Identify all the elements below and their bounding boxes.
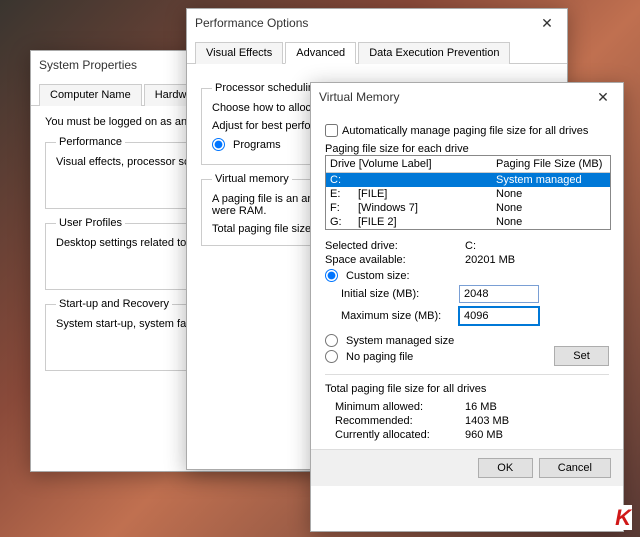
header-drive: Drive [Volume Label] (330, 158, 496, 170)
virtual-memory-dialog: Virtual Memory ✕ Automatically manage pa… (310, 82, 624, 532)
tab-perf-advanced[interactable]: Advanced (285, 42, 356, 64)
space-label: Space available: (325, 254, 465, 266)
drive-header: Drive [Volume Label] Paging File Size (M… (326, 156, 610, 173)
close-icon[interactable]: ✕ (583, 83, 623, 111)
currently-allocated-value: 960 MB (465, 429, 609, 441)
set-button[interactable]: Set (554, 346, 609, 366)
min-allowed-value: 16 MB (465, 401, 609, 413)
vm-title: Virtual Memory (319, 90, 399, 104)
no-paging-radio[interactable] (325, 350, 338, 363)
min-allowed-label: Minimum allowed: (335, 401, 465, 413)
drive-table: Drive [Volume Label] Paging File Size (M… (325, 155, 611, 230)
selected-drive-value: C: (465, 240, 609, 252)
perfopts-tabs: Visual Effects Advanced Data Execution P… (187, 37, 567, 64)
auto-manage-checkbox[interactable] (325, 124, 338, 137)
programs-radio[interactable] (212, 138, 225, 151)
programs-label: Programs (233, 139, 281, 151)
recommended-value: 1403 MB (465, 415, 609, 427)
drive-row-e[interactable]: E: [FILE] None (326, 187, 610, 201)
close-icon[interactable]: ✕ (527, 9, 567, 37)
paging-label: Paging file size for each drive (325, 143, 609, 155)
cancel-button[interactable]: Cancel (539, 458, 611, 478)
no-paging-label: No paging file (346, 351, 413, 363)
sched-legend: Processor scheduling (212, 82, 323, 94)
maximum-size-input[interactable] (459, 307, 539, 325)
custom-size-label: Custom size: (346, 270, 410, 282)
vmem-legend: Virtual memory (212, 173, 292, 185)
initial-size-input[interactable] (459, 285, 539, 303)
header-size: Paging File Size (MB) (496, 158, 606, 170)
vm-titlebar: Virtual Memory ✕ (311, 83, 623, 111)
system-managed-label: System managed size (346, 335, 454, 347)
drive-row-g[interactable]: G: [FILE 2] None (326, 215, 610, 229)
drive-row-c[interactable]: C: System managed (326, 173, 610, 187)
tab-dep[interactable]: Data Execution Prevention (358, 42, 510, 64)
initial-size-label: Initial size (MB): (341, 288, 459, 300)
maximum-size-label: Maximum size (MB): (341, 310, 459, 322)
vm-content: Automatically manage paging file size fo… (311, 111, 623, 449)
currently-allocated-label: Currently allocated: (335, 429, 465, 441)
sysprops-title: System Properties (39, 58, 137, 72)
genk-logo: GENK (568, 505, 632, 531)
selected-drive-label: Selected drive: (325, 240, 465, 252)
profiles-legend: User Profiles (56, 217, 125, 229)
perfopts-titlebar: Performance Options ✕ (187, 9, 567, 37)
startup-legend: Start-up and Recovery (56, 298, 172, 310)
vm-button-row: OK Cancel (311, 449, 623, 486)
ok-button[interactable]: OK (478, 458, 533, 478)
system-managed-radio[interactable] (325, 334, 338, 347)
space-value: 20201 MB (465, 254, 609, 266)
custom-size-radio[interactable] (325, 269, 338, 282)
total-paging-label: Total paging file size for all drives (325, 383, 609, 395)
auto-manage-label: Automatically manage paging file size fo… (342, 125, 588, 137)
tab-computer-name[interactable]: Computer Name (39, 84, 142, 106)
tab-visual-effects[interactable]: Visual Effects (195, 42, 283, 64)
recommended-label: Recommended: (335, 415, 465, 427)
drive-row-f[interactable]: F: [Windows 7] None (326, 201, 610, 215)
perfopts-title: Performance Options (195, 16, 308, 30)
performance-legend: Performance (56, 136, 125, 148)
